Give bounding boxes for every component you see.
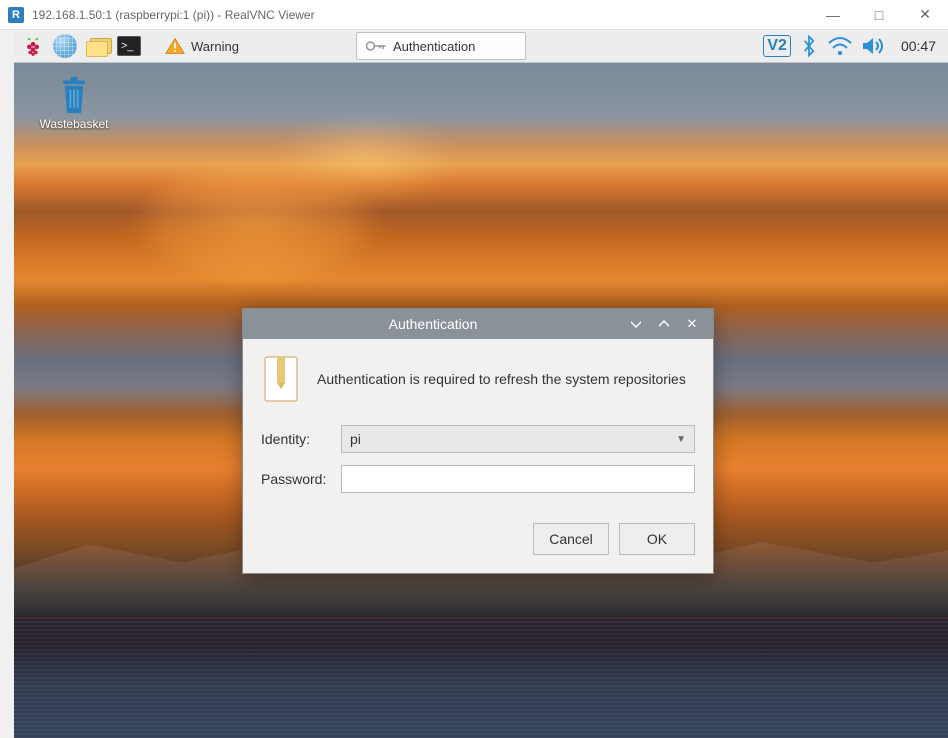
raspberry-icon: [22, 35, 44, 57]
password-row: Password:: [261, 465, 695, 493]
dialog-window-controls: ✕: [623, 314, 705, 334]
close-button[interactable]: ✕: [902, 0, 948, 30]
dialog-body: Authentication is required to refresh th…: [243, 339, 713, 573]
taskbar-launchers: Warning Authentication: [18, 32, 526, 60]
identity-label: Identity:: [261, 431, 341, 447]
password-label: Password:: [261, 471, 341, 487]
rpi-taskbar: Warning Authentication V2: [14, 30, 948, 63]
window-controls: ― □ ✕: [810, 0, 948, 30]
desktop-icon-wastebasket[interactable]: Wastebasket: [32, 75, 116, 131]
terminal-icon: [117, 36, 141, 56]
authentication-dialog: Authentication ✕: [242, 308, 714, 574]
vnc-tray-icon: V2: [763, 35, 791, 57]
key-icon: [365, 39, 387, 53]
taskbar-item-authentication[interactable]: Authentication: [356, 32, 526, 60]
chevron-down-icon: ▼: [676, 434, 686, 445]
trash-icon: [56, 75, 92, 115]
dialog-message: Authentication is required to refresh th…: [317, 371, 686, 387]
dialog-minimize-button[interactable]: [623, 314, 649, 334]
wifi-tray[interactable]: [827, 35, 853, 57]
globe-icon: [53, 34, 77, 58]
rpi-desktop[interactable]: Wastebasket Authentication ✕: [14, 63, 948, 738]
raspberry-menu-button[interactable]: [18, 32, 48, 60]
package-auth-icon: [261, 355, 301, 403]
taskbar-item-warning[interactable]: Warning: [156, 32, 254, 60]
desktop-icon-label: Wastebasket: [40, 117, 109, 131]
password-input[interactable]: [341, 465, 695, 493]
file-manager-launcher[interactable]: [82, 32, 112, 60]
dialog-maximize-button[interactable]: [651, 314, 677, 334]
dialog-titlebar[interactable]: Authentication ✕: [243, 309, 713, 339]
dialog-message-row: Authentication is required to refresh th…: [261, 355, 695, 403]
bluetooth-icon: [799, 34, 819, 58]
realvnc-app-icon: R: [8, 7, 24, 23]
ok-button[interactable]: OK: [619, 523, 695, 555]
identity-row: Identity: pi ▼: [261, 425, 695, 453]
warning-icon: [165, 37, 185, 55]
folders-icon: [84, 36, 110, 56]
minimize-button[interactable]: ―: [810, 0, 856, 30]
vnc-server-tray[interactable]: V2: [763, 35, 791, 57]
wifi-icon: [827, 35, 853, 57]
vnc-viewer-titlebar: R 192.168.1.50:1 (raspberrypi:1 (pi)) - …: [0, 0, 948, 30]
speaker-icon: [861, 36, 885, 56]
dialog-title: Authentication: [243, 316, 623, 332]
system-tray: V2 00:47: [763, 34, 944, 58]
chevron-up-icon: [658, 320, 670, 328]
taskbar-item-label: Authentication: [393, 39, 475, 54]
web-browser-launcher[interactable]: [50, 32, 80, 60]
clock[interactable]: 00:47: [893, 38, 944, 54]
titlebar-left: R 192.168.1.50:1 (raspberrypi:1 (pi)) - …: [8, 7, 315, 23]
maximize-button[interactable]: □: [856, 0, 902, 30]
cancel-button[interactable]: Cancel: [533, 523, 609, 555]
identity-select[interactable]: pi ▼: [341, 425, 695, 453]
terminal-launcher[interactable]: [114, 32, 144, 60]
vnc-remote-desktop: Warning Authentication V2: [14, 30, 948, 738]
dialog-button-row: Cancel OK: [261, 523, 695, 555]
chevron-down-icon: [630, 320, 642, 328]
identity-value: pi: [350, 431, 361, 447]
taskbar-item-label: Warning: [191, 39, 239, 54]
dialog-close-button[interactable]: ✕: [679, 314, 705, 334]
bluetooth-tray[interactable]: [799, 34, 819, 58]
window-title: 192.168.1.50:1 (raspberrypi:1 (pi)) - Re…: [32, 8, 315, 22]
close-icon: ✕: [687, 316, 698, 332]
volume-tray[interactable]: [861, 36, 885, 56]
